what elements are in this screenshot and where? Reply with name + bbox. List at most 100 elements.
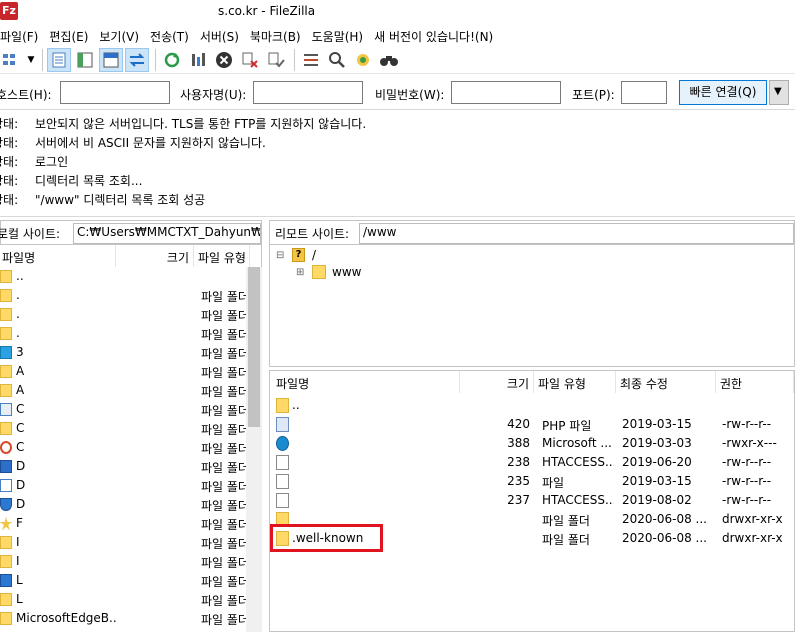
remote-column-type[interactable]: 파일 유형: [534, 371, 616, 393]
local-file-name: F: [16, 516, 23, 530]
local-file-row[interactable]: L 파일 폴더: [0, 571, 246, 590]
menu-server[interactable]: 서버(S): [200, 26, 250, 46]
local-file-list[interactable]: 파일명 크기 파일 유형 ... 파일 폴더. 파일 폴더. 파일 폴더 3 파일 폴더 A…: [0, 245, 262, 632]
site-manager-dropdown[interactable]: ▼: [26, 48, 36, 72]
message-log-icon: [52, 52, 66, 67]
local-file-row[interactable]: . 파일 폴더: [0, 324, 246, 343]
password-input[interactable]: [451, 81, 561, 104]
username-input[interactable]: [253, 81, 363, 104]
local-scrollbar-thumb[interactable]: [248, 267, 260, 427]
quickconnect-button[interactable]: 빠른 연결(Q): [679, 80, 767, 105]
local-file-row[interactable]: C 파일 폴더: [0, 400, 246, 419]
quickconnect-dropdown[interactable]: ▼: [769, 80, 789, 105]
remote-file-modified: 2019-08-02: [622, 493, 692, 507]
toggle-local-tree-button[interactable]: [73, 48, 97, 72]
tree-root-label[interactable]: /: [312, 248, 316, 262]
binoculars-icon: [380, 55, 398, 66]
expand-icon[interactable]: ⊞: [296, 267, 304, 278]
local-file-row[interactable]: ..: [0, 267, 246, 286]
remote-column-size[interactable]: 크기: [460, 371, 534, 393]
local-file-row[interactable]: MicrosoftEdgeB... 파일 폴더: [0, 609, 246, 628]
directory-filter-button[interactable]: [299, 48, 323, 72]
local-file-row[interactable]: F 파일 폴더: [0, 514, 246, 533]
remote-file-row[interactable]: ..: [270, 396, 794, 415]
chevron-down-icon: ▼: [774, 86, 782, 97]
toolbar-separator: [42, 48, 43, 71]
remote-column-name[interactable]: 파일명: [270, 371, 460, 393]
menu-help[interactable]: 도움말(H): [312, 26, 375, 46]
remote-file-permissions: -rw-r--r--: [722, 474, 772, 488]
local-file-row[interactable]: . 파일 폴더: [0, 305, 246, 324]
folder-icon: [0, 555, 12, 568]
sync-icon: [357, 53, 369, 66]
remote-file-row[interactable]: 420 PHP 파일 2019-03-15 -rw-r--r--: [270, 415, 794, 434]
local-file-row[interactable]: 3 파일 폴더: [0, 343, 246, 362]
menu-edit[interactable]: 편집(E): [49, 26, 99, 46]
menu-bar: 파일(F) 편집(E) 보기(V) 전송(T) 서버(S) 북마크(B) 도움말…: [0, 26, 795, 46]
local-file-row[interactable]: D 파일 폴더: [0, 457, 246, 476]
local-file-row[interactable]: C 파일 폴더: [0, 419, 246, 438]
remote-file-list[interactable]: 파일명 크기 파일 유형 최종 수정 권한 .. 420 PHP 파일 2019-03…: [269, 370, 795, 632]
remote-path-input[interactable]: /www: [359, 223, 794, 244]
log-label: 상태:: [0, 174, 19, 188]
remote-column-permissions[interactable]: 권한: [716, 371, 794, 393]
local-file-row[interactable]: A 파일 폴더: [0, 381, 246, 400]
chevron-down-icon: ▼: [27, 54, 35, 65]
toggle-transfer-queue-button[interactable]: [125, 47, 149, 72]
remote-file-modified: 2020-06-08 ...: [622, 512, 707, 526]
username-label: 사용자명(U):: [180, 88, 247, 102]
menu-file[interactable]: 파일(F): [0, 26, 49, 46]
site-manager-button[interactable]: [0, 48, 24, 72]
local-file-row[interactable]: D 파일 폴더: [0, 476, 246, 495]
local-file-row[interactable]: I 파일 폴더: [0, 533, 246, 552]
cancel-operation-button[interactable]: [212, 48, 236, 72]
remote-file-row[interactable]: 235 파일 2019-03-15 -rw-r--r--: [270, 472, 794, 491]
remote-file-row[interactable]: 388 Microsoft ... 2019-03-03 -rwxr-x---: [270, 434, 794, 453]
local-file-name: L: [16, 592, 23, 606]
disconnect-button[interactable]: [238, 48, 262, 72]
local-file-row[interactable]: . 파일 폴더: [0, 286, 246, 305]
local-file-row[interactable]: C 파일 폴더: [0, 438, 246, 457]
folder-icon: [0, 365, 12, 378]
local-file-row[interactable]: L 파일 폴더: [0, 590, 246, 609]
local-file-name: D: [16, 459, 26, 473]
remote-column-modified[interactable]: 최종 수정: [616, 371, 716, 393]
toggle-message-log-button[interactable]: [47, 47, 71, 72]
local-site-bar: 로컬 사이트: C:₩Users₩MMCTXT_Dahyun₩: [0, 220, 262, 245]
refresh-button[interactable]: [160, 48, 184, 72]
menu-bookmarks[interactable]: 북마크(B): [250, 26, 312, 46]
local-file-type: 파일 폴더: [201, 594, 246, 608]
directory-compare-button[interactable]: [325, 48, 349, 72]
process-queue-button[interactable]: [186, 48, 210, 72]
menu-view[interactable]: 보기(V): [99, 26, 150, 46]
collapse-icon[interactable]: ⊟: [276, 250, 284, 261]
local-file-type: 파일 폴더: [201, 366, 246, 380]
search-remote-button[interactable]: [377, 48, 401, 72]
remote-directory-tree[interactable]: ⊟ ? / ⊞ www: [269, 245, 795, 367]
local-file-name: .: [16, 288, 20, 302]
link-icon: [0, 441, 12, 454]
reconnect-button[interactable]: [264, 48, 288, 72]
remote-file-permissions: -rwxr-x---: [722, 436, 777, 450]
log-message: 로그인: [35, 155, 69, 169]
port-input[interactable]: [621, 81, 667, 104]
folder-icon: [0, 593, 12, 606]
local-file-row[interactable]: I 파일 폴더: [0, 552, 246, 571]
menu-new-version[interactable]: 새 버전이 있습니다!(N): [374, 26, 504, 46]
local-column-type[interactable]: 파일 유형: [194, 245, 250, 267]
local-column-name[interactable]: 파일명: [0, 245, 116, 267]
message-log[interactable]: 상태: 보안되지 않은 서버입니다. TLS를 통한 FTP를 지원하지 않습니다…: [0, 111, 795, 217]
log-message: 디렉터리 목록 조회...: [35, 174, 143, 188]
remote-file-row[interactable]: 238 HTACCESS... 2019-06-20 -rw-r--r--: [270, 453, 794, 472]
menu-transfer[interactable]: 전송(T): [150, 26, 200, 46]
sync-browsing-button[interactable]: [351, 48, 375, 72]
toggle-remote-tree-button[interactable]: [99, 47, 123, 72]
local-path-input[interactable]: C:₩Users₩MMCTXT_Dahyun₩: [73, 223, 261, 244]
local-column-size[interactable]: 크기: [116, 245, 194, 267]
remote-file-permissions: -rw-r--r--: [722, 455, 772, 469]
local-file-row[interactable]: D 파일 폴더: [0, 495, 246, 514]
remote-file-row[interactable]: 237 HTACCESS... 2019-08-02 -rw-r--r--: [270, 491, 794, 510]
local-file-row[interactable]: A 파일 폴더: [0, 362, 246, 381]
tree-www-label[interactable]: www: [332, 265, 361, 279]
host-input[interactable]: [60, 81, 170, 104]
